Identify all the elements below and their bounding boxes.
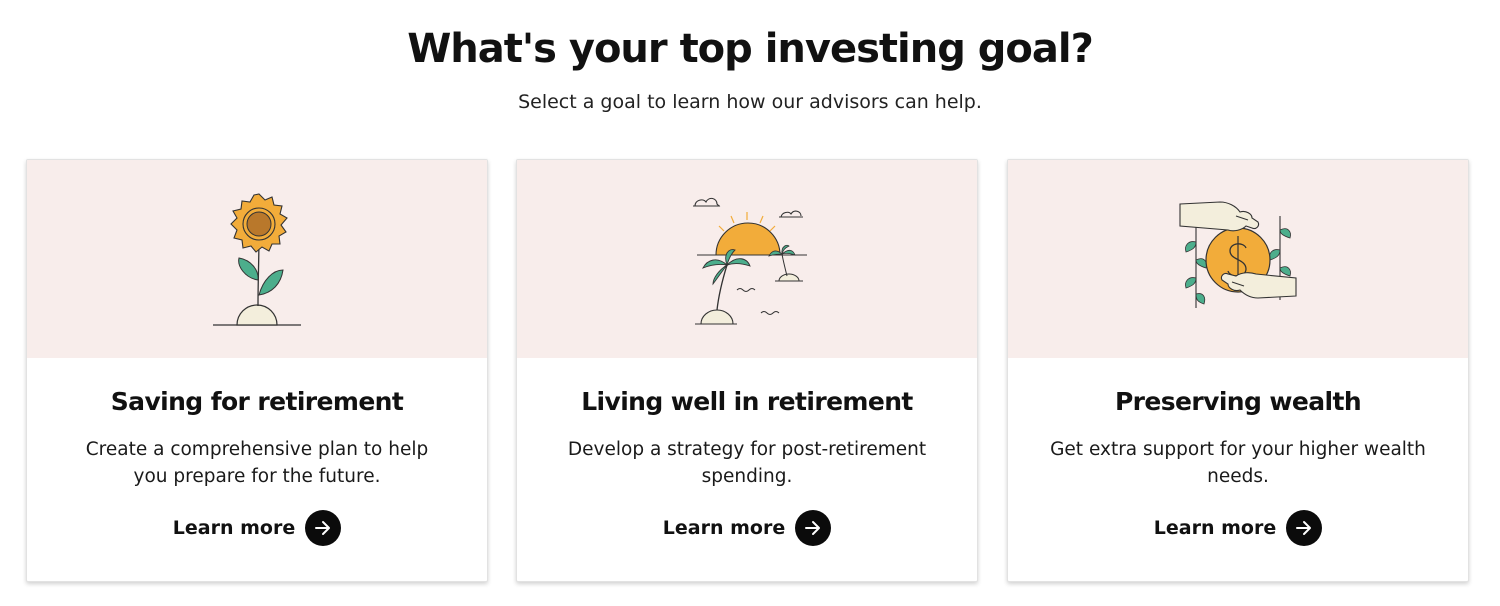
- card-description: Create a comprehensive plan to help you …: [85, 439, 429, 487]
- learn-more-label: Learn more: [662, 517, 786, 539]
- card-title: Saving for retirement: [110, 387, 404, 416]
- card-illustration: [1008, 160, 1468, 358]
- arrow-right-icon[interactable]: [1286, 510, 1323, 546]
- beach-sunset-icon: [693, 197, 807, 325]
- learn-more-link[interactable]: Learn more: [27, 510, 487, 546]
- card-illustration: [27, 160, 487, 358]
- arrow-right-icon[interactable]: [795, 510, 832, 546]
- goal-card-saving-for-retirement[interactable]: Saving for retirement Create a comprehen…: [26, 159, 488, 582]
- card-description: Get extra support for your higher wealth…: [1050, 439, 1426, 487]
- page-title: What's your top investing goal?: [407, 26, 1094, 72]
- learn-more-label: Learn more: [172, 517, 296, 539]
- goal-selection-page: What's your top investing goal? Select a…: [0, 0, 1500, 606]
- learn-more-link[interactable]: Learn more: [1008, 510, 1468, 546]
- card-illustration: [517, 160, 977, 358]
- card-title: Living well in retirement: [581, 387, 913, 416]
- learn-more-link[interactable]: Learn more: [517, 510, 977, 546]
- goal-card-living-well-in-retirement[interactable]: Living well in retirement Develop a stra…: [516, 159, 978, 582]
- card-description: Develop a strategy for post-retirement s…: [567, 439, 927, 487]
- page-subtitle: Select a goal to learn how our advisors …: [518, 91, 982, 113]
- learn-more-label: Learn more: [1153, 517, 1277, 539]
- card-title: Preserving wealth: [1114, 387, 1362, 416]
- arrow-right-icon[interactable]: [305, 510, 342, 546]
- sunflower-icon: [213, 193, 301, 326]
- goal-card-preserving-wealth[interactable]: Preserving wealth Get extra support for …: [1007, 159, 1469, 582]
- coin-in-hands-icon: [1179, 201, 1297, 308]
